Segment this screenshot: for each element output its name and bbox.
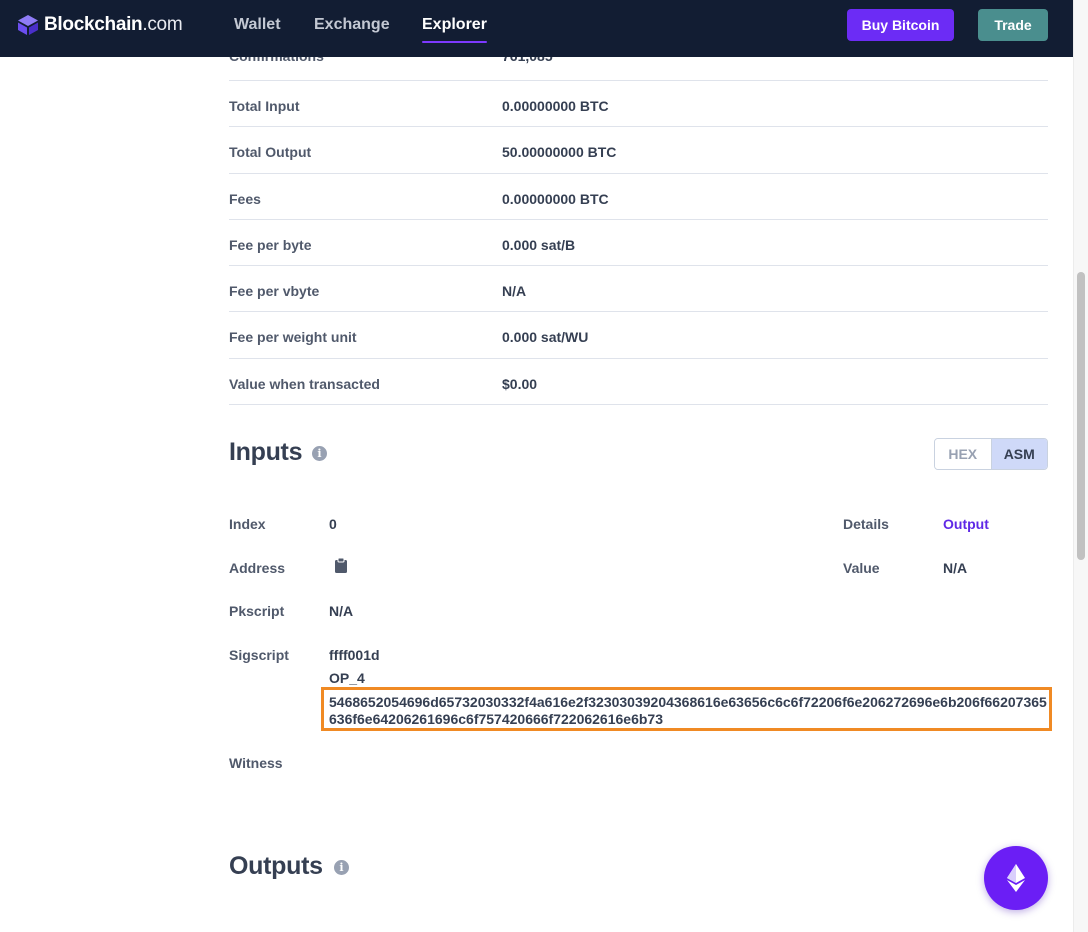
sigscript-label: Sigscript (229, 647, 289, 663)
index-label: Index (229, 516, 266, 532)
nav-link-explorer[interactable]: Explorer (422, 15, 487, 43)
summary-value: 0.00000000 BTC (502, 190, 609, 207)
summary-label: Value when transacted (229, 375, 380, 392)
clipboard-icon[interactable] (334, 558, 348, 573)
summary-row-fees: Fees 0.00000000 BTC (229, 174, 1048, 220)
inputs-title: Inputs (229, 438, 303, 466)
pkscript-value: N/A (329, 603, 354, 619)
hex-toggle-button[interactable]: HEX (935, 439, 992, 469)
sigscript-line-1: ffff001d (329, 647, 380, 663)
outputs-title: Outputs (229, 852, 323, 880)
trade-button[interactable]: Trade (978, 9, 1048, 41)
value-value: N/A (943, 560, 968, 576)
sigscript-hex-highlighted: 5468652054696d65732030332f4a616e2f323030… (321, 687, 1052, 731)
witness-label: Witness (229, 755, 283, 771)
nav-link-exchange[interactable]: Exchange (314, 15, 390, 35)
summary-label: Fee per byte (229, 236, 312, 253)
summary-label: Total Input (229, 97, 300, 114)
details-label: Details (843, 516, 889, 532)
nav-link-wallet[interactable]: Wallet (234, 15, 281, 35)
page-scrollbar[interactable] (1073, 0, 1088, 932)
summary-row-total-output: Total Output 50.00000000 BTC (229, 127, 1048, 174)
scrollbar-thumb[interactable] (1077, 272, 1085, 560)
info-icon[interactable]: i (334, 860, 349, 875)
transaction-summary-table: Confirmations 761,085 Total Input 0.0000… (229, 40, 1048, 406)
top-navigation-bar: Blockchain.com Wallet Exchange Explorer … (0, 0, 1073, 57)
summary-value: 0.000 sat/B (502, 236, 576, 253)
summary-value: N/A (502, 283, 527, 300)
info-icon[interactable]: i (312, 446, 327, 461)
index-value: 0 (329, 516, 337, 532)
blockchain-logo-icon (18, 15, 38, 35)
asm-toggle-button[interactable]: ASM (991, 439, 1047, 469)
address-label: Address (229, 560, 286, 576)
summary-label: Total Output (229, 144, 312, 161)
details-output-link[interactable]: Output (943, 516, 989, 532)
summary-value: 0.000 sat/WU (502, 329, 589, 346)
summary-row-fee-per-byte: Fee per byte 0.000 sat/B (229, 220, 1048, 267)
summary-label: Fee per vbyte (229, 283, 320, 300)
sigscript-line-2: OP_4 (329, 670, 365, 686)
summary-value: 50.00000000 BTC (502, 144, 617, 161)
summary-row-fee-per-weight-unit: Fee per weight unit 0.000 sat/WU (229, 312, 1048, 359)
buy-bitcoin-button[interactable]: Buy Bitcoin (847, 9, 954, 41)
summary-label: Fees (229, 190, 261, 207)
summary-value: $0.00 (502, 375, 538, 392)
ethereum-icon (1007, 864, 1025, 892)
summary-value: 0.00000000 BTC (502, 97, 609, 114)
summary-row-fee-per-vbyte: Fee per vbyte N/A (229, 266, 1048, 313)
floating-action-button[interactable] (984, 846, 1048, 910)
pkscript-label: Pkscript (229, 603, 285, 619)
brand-name: Blockchain.com (44, 14, 183, 35)
brand-logo[interactable]: Blockchain.com (17, 13, 183, 37)
script-format-toggle: HEX ASM (934, 438, 1048, 470)
summary-row-value-when-transacted: Value when transacted $0.00 (229, 359, 1048, 406)
summary-row-total-input: Total Input 0.00000000 BTC (229, 81, 1048, 128)
value-label: Value (843, 560, 880, 576)
summary-label: Fee per weight unit (229, 329, 357, 346)
